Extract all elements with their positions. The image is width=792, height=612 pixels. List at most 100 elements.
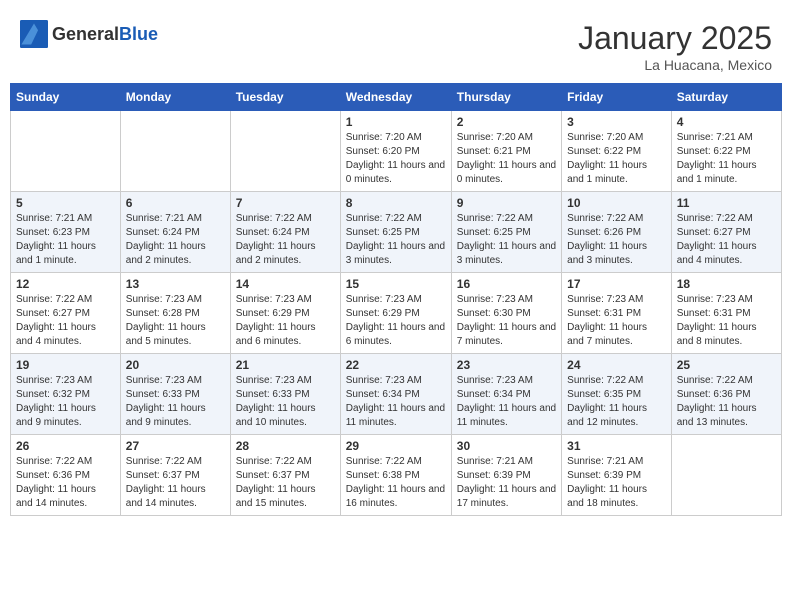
calendar-cell: 20 Sunrise: 7:23 AMSunset: 6:33 PMDayligh… <box>120 354 230 435</box>
day-number: 14 <box>236 277 335 291</box>
title-area: January 2025 La Huacana, Mexico <box>578 20 772 73</box>
weekday-header-tuesday: Tuesday <box>230 84 340 111</box>
logo-blue: Blue <box>119 24 158 44</box>
calendar-cell <box>120 111 230 192</box>
calendar-cell: 17 Sunrise: 7:23 AMSunset: 6:31 PMDayligh… <box>562 273 672 354</box>
day-number: 12 <box>16 277 115 291</box>
day-number: 15 <box>346 277 446 291</box>
day-info: Sunrise: 7:22 AMSunset: 6:36 PMDaylight:… <box>16 455 115 511</box>
day-number: 8 <box>346 196 446 210</box>
day-info: Sunrise: 7:20 AMSunset: 6:22 PMDaylight:… <box>567 131 666 187</box>
calendar-cell: 19Sunrise: 7:23 AMSunset: 6:32 PMDayligh… <box>11 354 121 435</box>
day-number: 4 <box>677 115 776 129</box>
day-number: 17 <box>567 277 666 291</box>
weekday-header-thursday: Thursday <box>451 84 561 111</box>
weekday-header-row: SundayMondayTuesdayWednesdayThursdayFrid… <box>11 84 782 111</box>
day-info: Sunrise: 7:22 AMSunset: 6:27 PMDaylight:… <box>16 293 115 349</box>
calendar-cell: 16 Sunrise: 7:23 AMSunset: 6:30 PMDayligh… <box>451 273 561 354</box>
day-number: 7 <box>236 196 335 210</box>
day-info: Sunrise: 7:22 AMSunset: 6:36 PMDaylight:… <box>677 374 776 430</box>
calendar-cell: 11 Sunrise: 7:22 AMSunset: 6:27 PMDayligh… <box>671 192 781 273</box>
day-info: Sunrise: 7:21 AMSunset: 6:23 PMDaylight:… <box>16 212 115 268</box>
day-number: 21 <box>236 358 335 372</box>
month-title: January 2025 <box>578 20 772 57</box>
logo-general: General <box>52 24 119 44</box>
day-info: Sunrise: 7:20 AMSunset: 6:20 PMDaylight:… <box>346 131 446 187</box>
calendar-cell: 21Sunrise: 7:23 AMSunset: 6:33 PMDayligh… <box>230 354 340 435</box>
weekday-header-friday: Friday <box>562 84 672 111</box>
day-info: Sunrise: 7:23 AMSunset: 6:29 PMDaylight:… <box>236 293 335 349</box>
day-info: Sunrise: 7:22 AMSunset: 6:37 PMDaylight:… <box>236 455 335 511</box>
day-number: 28 <box>236 439 335 453</box>
day-number: 13 <box>126 277 225 291</box>
day-number: 3 <box>567 115 666 129</box>
day-info: Sunrise: 7:23 AMSunset: 6:31 PMDaylight:… <box>677 293 776 349</box>
day-info: Sunrise: 7:22 AMSunset: 6:35 PMDaylight:… <box>567 374 666 430</box>
weekday-header-wednesday: Wednesday <box>340 84 451 111</box>
calendar-week-row: 12 Sunrise: 7:22 AMSunset: 6:27 PMDayligh… <box>11 273 782 354</box>
day-info: Sunrise: 7:21 AMSunset: 6:39 PMDaylight:… <box>457 455 556 511</box>
calendar-cell: 7 Sunrise: 7:22 AMSunset: 6:24 PMDaylight… <box>230 192 340 273</box>
calendar-cell: 18Sunrise: 7:23 AMSunset: 6:31 PMDayligh… <box>671 273 781 354</box>
day-number: 20 <box>126 358 225 372</box>
day-info: Sunrise: 7:22 AMSunset: 6:26 PMDaylight:… <box>567 212 666 268</box>
day-info: Sunrise: 7:23 AMSunset: 6:29 PMDaylight:… <box>346 293 446 349</box>
calendar-cell <box>671 435 781 516</box>
day-info: Sunrise: 7:21 AMSunset: 6:22 PMDaylight:… <box>677 131 776 187</box>
day-number: 27 <box>126 439 225 453</box>
calendar-cell: 14 Sunrise: 7:23 AMSunset: 6:29 PMDayligh… <box>230 273 340 354</box>
weekday-header-saturday: Saturday <box>671 84 781 111</box>
day-number: 16 <box>457 277 556 291</box>
calendar-cell: 22Sunrise: 7:23 AMSunset: 6:34 PMDayligh… <box>340 354 451 435</box>
day-info: Sunrise: 7:23 AMSunset: 6:30 PMDaylight:… <box>457 293 556 349</box>
day-number: 31 <box>567 439 666 453</box>
calendar-cell: 6Sunrise: 7:21 AMSunset: 6:24 PMDaylight… <box>120 192 230 273</box>
calendar-cell <box>230 111 340 192</box>
logo-icon <box>20 20 48 48</box>
day-number: 23 <box>457 358 556 372</box>
weekday-header-monday: Monday <box>120 84 230 111</box>
calendar-cell: 3 Sunrise: 7:20 AMSunset: 6:22 PMDaylight… <box>562 111 672 192</box>
day-info: Sunrise: 7:21 AMSunset: 6:39 PMDaylight:… <box>567 455 666 511</box>
day-number: 30 <box>457 439 556 453</box>
calendar-cell: 13Sunrise: 7:23 AMSunset: 6:28 PMDayligh… <box>120 273 230 354</box>
day-number: 24 <box>567 358 666 372</box>
calendar-cell: 23 Sunrise: 7:23 AMSunset: 6:34 PMDayligh… <box>451 354 561 435</box>
day-info: Sunrise: 7:23 AMSunset: 6:34 PMDaylight:… <box>346 374 446 430</box>
calendar-cell: 2Sunrise: 7:20 AMSunset: 6:21 PMDaylight… <box>451 111 561 192</box>
calendar-cell: 31 Sunrise: 7:21 AMSunset: 6:39 PMDayligh… <box>562 435 672 516</box>
calendar-cell: 30 Sunrise: 7:21 AMSunset: 6:39 PMDayligh… <box>451 435 561 516</box>
day-info: Sunrise: 7:23 AMSunset: 6:32 PMDaylight:… <box>16 374 115 430</box>
day-number: 26 <box>16 439 115 453</box>
calendar-cell: 4 Sunrise: 7:21 AMSunset: 6:22 PMDaylight… <box>671 111 781 192</box>
calendar-cell: 5Sunrise: 7:21 AMSunset: 6:23 PMDaylight… <box>11 192 121 273</box>
day-number: 1 <box>346 115 446 129</box>
day-number: 11 <box>677 196 776 210</box>
day-info: Sunrise: 7:22 AMSunset: 6:25 PMDaylight:… <box>457 212 556 268</box>
calendar-cell: 9 Sunrise: 7:22 AMSunset: 6:25 PMDaylight… <box>451 192 561 273</box>
calendar-cell: 8 Sunrise: 7:22 AMSunset: 6:25 PMDaylight… <box>340 192 451 273</box>
day-info: Sunrise: 7:23 AMSunset: 6:33 PMDaylight:… <box>126 374 225 430</box>
day-number: 10 <box>567 196 666 210</box>
calendar-cell: 1 Sunrise: 7:20 AMSunset: 6:20 PMDaylight… <box>340 111 451 192</box>
day-info: Sunrise: 7:22 AMSunset: 6:24 PMDaylight:… <box>236 212 335 268</box>
day-number: 6 <box>126 196 225 210</box>
day-number: 25 <box>677 358 776 372</box>
day-info: Sunrise: 7:22 AMSunset: 6:25 PMDaylight:… <box>346 212 446 268</box>
calendar-week-row: 1 Sunrise: 7:20 AMSunset: 6:20 PMDaylight… <box>11 111 782 192</box>
calendar-cell: 15 Sunrise: 7:23 AMSunset: 6:29 PMDayligh… <box>340 273 451 354</box>
calendar-cell: 28 Sunrise: 7:22 AMSunset: 6:37 PMDayligh… <box>230 435 340 516</box>
calendar-week-row: 5Sunrise: 7:21 AMSunset: 6:23 PMDaylight… <box>11 192 782 273</box>
weekday-header-sunday: Sunday <box>11 84 121 111</box>
day-info: Sunrise: 7:23 AMSunset: 6:31 PMDaylight:… <box>567 293 666 349</box>
day-info: Sunrise: 7:22 AMSunset: 6:38 PMDaylight:… <box>346 455 446 511</box>
calendar-cell: 24 Sunrise: 7:22 AMSunset: 6:35 PMDayligh… <box>562 354 672 435</box>
day-info: Sunrise: 7:23 AMSunset: 6:34 PMDaylight:… <box>457 374 556 430</box>
day-number: 2 <box>457 115 556 129</box>
day-info: Sunrise: 7:22 AMSunset: 6:27 PMDaylight:… <box>677 212 776 268</box>
calendar-cell: 27Sunrise: 7:22 AMSunset: 6:37 PMDayligh… <box>120 435 230 516</box>
day-number: 9 <box>457 196 556 210</box>
calendar-cell: 25 Sunrise: 7:22 AMSunset: 6:36 PMDayligh… <box>671 354 781 435</box>
day-number: 29 <box>346 439 446 453</box>
calendar-week-row: 26 Sunrise: 7:22 AMSunset: 6:36 PMDayligh… <box>11 435 782 516</box>
